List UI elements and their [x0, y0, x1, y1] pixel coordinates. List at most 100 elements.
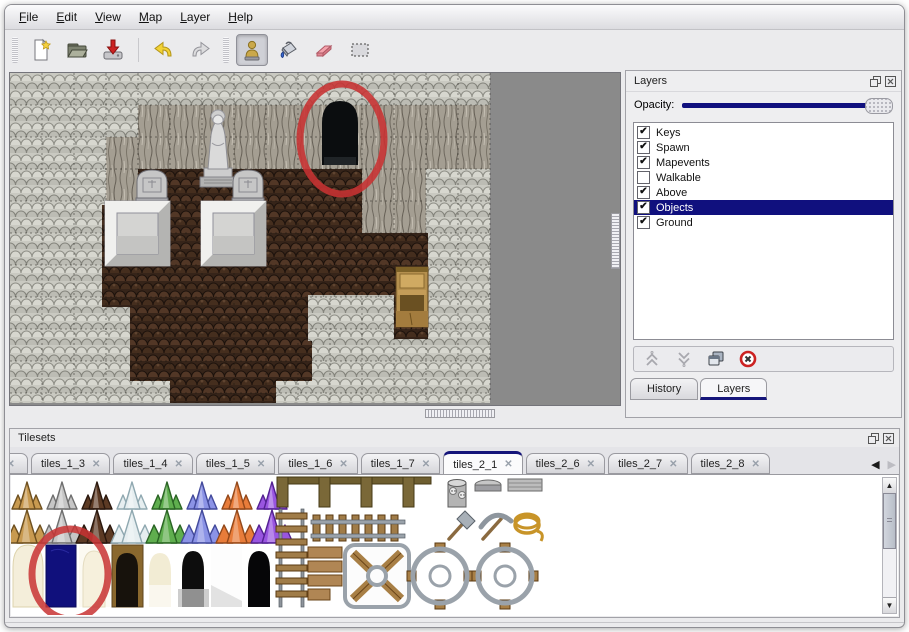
tab-close-icon[interactable]: ✕	[92, 459, 100, 470]
tomb-platform-sprite	[105, 201, 170, 266]
tileset-tab-tiles_1_6[interactable]: tiles_1_6 ✕	[278, 453, 357, 474]
layer-list: ✔ Keys ✔ Spawn ✔ Mapevents Walkable ✔	[633, 122, 894, 340]
close-panel-icon[interactable]	[885, 76, 896, 87]
delete-layer-button[interactable]	[738, 350, 758, 368]
menu-item-help[interactable]: Help	[220, 8, 261, 26]
scrollbar-down-icon[interactable]: ▼	[883, 597, 896, 613]
check-icon: ✔	[639, 126, 647, 137]
tilesets-panel: Tilesets 5 ✕ tiles_1_3 ✕	[9, 428, 900, 618]
layers-panel-titlebar: Layers	[626, 71, 901, 92]
tileset-tab-strip: 5 ✕ tiles_1_3 ✕ tiles_1_4 ✕ tiles_1_5 ✕ …	[10, 447, 899, 475]
tileset-vertical-scrollbar[interactable]: ▲ ▼	[882, 477, 897, 614]
stamp-tool-button[interactable]	[236, 34, 268, 66]
eraser-tool-button[interactable]	[308, 34, 340, 66]
tab-history[interactable]: History	[630, 378, 698, 400]
toolbar	[5, 30, 904, 70]
tab-close-icon[interactable]: ✕	[669, 459, 677, 470]
tab-close-icon[interactable]: ✕	[174, 459, 182, 470]
tileset-tab-tiles_1_4[interactable]: tiles_1_4 ✕	[113, 453, 192, 474]
tileset-tab-tiles_2_8[interactable]: tiles_2_8 ✕	[691, 453, 770, 474]
new-map-button[interactable]	[25, 34, 57, 66]
layer-row-keys[interactable]: ✔ Keys	[634, 125, 893, 140]
gravestone-sprite	[136, 170, 168, 202]
scrollbar-thumb[interactable]	[883, 493, 896, 549]
opacity-label: Opacity:	[634, 99, 674, 111]
layer-visibility-checkbox[interactable]: ✔	[637, 156, 650, 169]
tab-close-icon[interactable]: ✕	[257, 459, 265, 470]
map-canvas[interactable]	[10, 73, 620, 405]
layer-visibility-checkbox[interactable]: ✔	[637, 126, 650, 139]
menu-item-layer[interactable]: Layer	[172, 8, 218, 26]
layers-panel: Layers Opacity:	[625, 70, 902, 418]
scrollbar-up-icon[interactable]: ▲	[883, 478, 896, 494]
tileset-tab-label: tiles_1_5	[206, 458, 250, 470]
toolbar-drag-handle-2[interactable]	[223, 37, 229, 63]
layer-ops-toolbar	[633, 346, 894, 372]
tab-close-icon[interactable]: ✕	[422, 459, 430, 470]
cabinet-sprite	[396, 267, 428, 327]
close-panel-icon[interactable]	[883, 433, 894, 444]
layer-row-ground[interactable]: ✔ Ground	[634, 215, 893, 230]
map-view-panel	[9, 72, 621, 406]
select-tool-icon	[347, 37, 373, 63]
undo-button[interactable]	[148, 34, 180, 66]
open-folder-icon	[64, 37, 90, 63]
opacity-row: Opacity:	[626, 92, 901, 118]
opacity-slider[interactable]	[682, 97, 893, 113]
scroll-tabs-left-icon[interactable]: ◀	[871, 458, 879, 471]
tab-close-icon[interactable]: ✕	[587, 459, 595, 470]
dock-tabs: History Layers	[626, 378, 901, 400]
layer-visibility-checkbox[interactable]	[637, 171, 650, 184]
layer-row-mapevents[interactable]: ✔ Mapevents	[634, 155, 893, 170]
zoom-level: 100%	[854, 627, 882, 628]
statusbar: 17, 7 100%	[5, 622, 904, 628]
save-icon	[100, 37, 126, 63]
tab-layers[interactable]: Layers	[700, 378, 767, 400]
layer-row-objects[interactable]: ✔ Objects	[634, 200, 893, 215]
tileset-tab-tiles_2_6[interactable]: tiles_2_6 ✕	[526, 453, 605, 474]
layer-visibility-checkbox[interactable]: ✔	[637, 186, 650, 199]
scroll-tabs-right-icon[interactable]: ▶	[888, 458, 896, 471]
tab-close-icon[interactable]: ✕	[752, 459, 760, 470]
tileset-canvas[interactable]	[11, 475, 881, 615]
gravestone-sprite	[232, 170, 264, 202]
menu-item-map[interactable]: Map	[131, 8, 170, 26]
tab-close-icon[interactable]: ✕	[339, 459, 347, 470]
opacity-slider-thumb[interactable]	[865, 98, 893, 114]
menu-item-view[interactable]: View	[87, 8, 129, 26]
delete-layer-icon	[739, 350, 757, 368]
menu-item-edit[interactable]: Edit	[48, 8, 85, 26]
duplicate-layer-button[interactable]	[706, 350, 726, 368]
select-tool-button[interactable]	[344, 34, 376, 66]
layer-visibility-checkbox[interactable]: ✔	[637, 201, 650, 214]
tileset-tab-tiles_1_5[interactable]: tiles_1_5 ✕	[196, 453, 275, 474]
tileset-tab-tiles_2_1[interactable]: tiles_2_1 ✕	[443, 451, 522, 475]
open-map-button[interactable]	[61, 34, 93, 66]
layer-row-above[interactable]: ✔ Above	[634, 185, 893, 200]
float-panel-icon[interactable]	[868, 433, 879, 444]
move-layer-down-button[interactable]	[674, 350, 694, 368]
layer-row-spawn[interactable]: ✔ Spawn	[634, 140, 893, 155]
float-panel-icon[interactable]	[870, 76, 881, 87]
tileset-tab-5[interactable]: 5 ✕	[10, 453, 28, 474]
tileset-tab-tiles_1_3[interactable]: tiles_1_3 ✕	[31, 453, 110, 474]
save-map-button[interactable]	[97, 34, 129, 66]
redo-button[interactable]	[184, 34, 216, 66]
map-horizontal-scrollbar[interactable]	[425, 409, 495, 418]
layer-visibility-checkbox[interactable]: ✔	[637, 216, 650, 229]
menu-item-file[interactable]: File	[11, 8, 46, 26]
map-vertical-scrollbar[interactable]	[611, 213, 620, 269]
move-layer-up-button[interactable]	[642, 350, 662, 368]
layer-name: Objects	[656, 202, 693, 214]
tab-close-icon[interactable]: ✕	[504, 459, 512, 470]
layer-visibility-checkbox[interactable]: ✔	[637, 141, 650, 154]
layer-row-walkable[interactable]: Walkable	[634, 170, 893, 185]
tileset-tab-tiles_1_7[interactable]: tiles_1_7 ✕	[361, 453, 440, 474]
toolbar-drag-handle[interactable]	[12, 37, 18, 63]
tileset-tab-tiles_2_7[interactable]: tiles_2_7 ✕	[608, 453, 687, 474]
resize-grip[interactable]	[888, 627, 903, 628]
new-file-icon	[28, 37, 54, 63]
fill-tool-button[interactable]	[272, 34, 304, 66]
tab-close-icon[interactable]: ✕	[10, 459, 15, 470]
tileset-tab-label: tiles_1_4	[123, 458, 167, 470]
